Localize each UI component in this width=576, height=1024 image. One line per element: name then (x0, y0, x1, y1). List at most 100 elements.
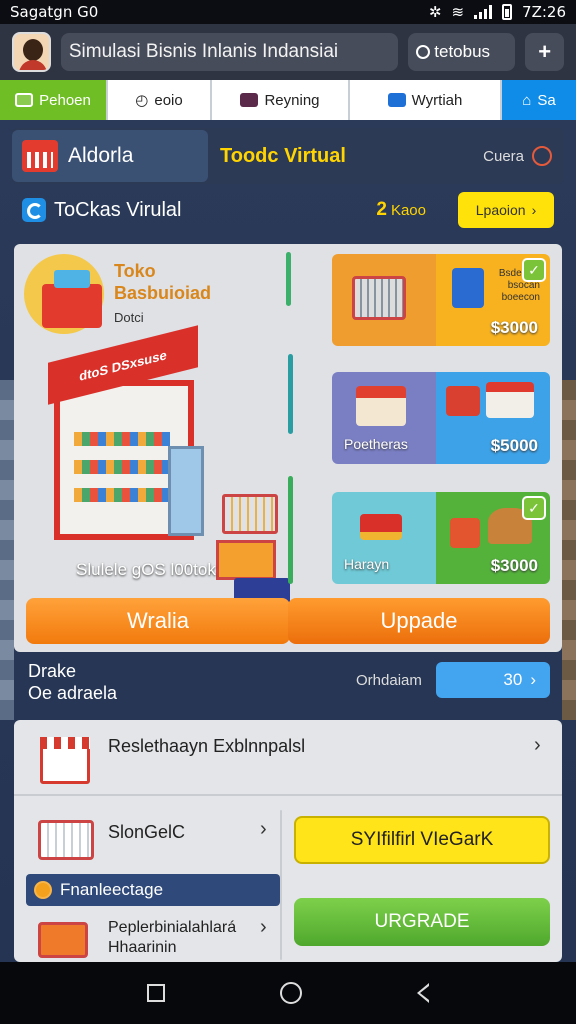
store-tab-cuera[interactable]: Cuera (483, 146, 552, 166)
store-front (54, 380, 204, 540)
background-shelf (0, 380, 14, 720)
upgrade-green-button[interactable]: URGRADE (294, 898, 550, 946)
list-item-label[interactable]: Peplerbinialahlará Hhaarinin (108, 918, 236, 958)
status-bar: Sagatgn G0 ✲ ≋ 7Z:26 (0, 0, 576, 24)
clock: 7Z:26 (522, 3, 566, 21)
shelf (74, 488, 170, 502)
item-price: $5000 (490, 436, 538, 455)
store-name: Toko Basbuioiad (114, 261, 212, 303)
chevron-right-icon[interactable]: › (260, 818, 267, 841)
section-title: ToCkas Virulal (54, 198, 182, 221)
home-icon[interactable] (279, 982, 302, 1004)
item-name: Poetheras (344, 436, 408, 452)
orders-subtitle: Oe adraela (28, 683, 118, 703)
wralia-button[interactable]: Wralia (26, 598, 290, 644)
chevron-right-icon[interactable]: › (260, 916, 267, 939)
tab-sa[interactable]: ⌂ Sa (502, 80, 576, 120)
status-button[interactable]: tetobus (408, 33, 516, 71)
orders-heading: Drake Oe adraela (28, 660, 117, 704)
special-button[interactable]: SYIfilfirl VIeGarK (294, 816, 550, 864)
store-tab-virtual[interactable]: Toodc Virtual (220, 145, 346, 168)
tab-eoio[interactable]: ◴ eoio (108, 80, 212, 120)
basket-icon (42, 270, 102, 328)
check-icon: ✓ (522, 496, 546, 520)
app-header: Simulasi Bisnis Inlanis Indansiai tetobu… (0, 24, 576, 80)
shop-item-3[interactable]: Harayn $3000 ✓ (332, 492, 550, 584)
vending-icon (450, 518, 480, 548)
store-caption: Slulele gOS l00tok (76, 560, 216, 579)
ring-icon (532, 146, 552, 166)
tab-label: Sa (537, 91, 556, 109)
tab-reyning[interactable]: Reyning (212, 80, 350, 120)
divider (288, 354, 293, 434)
folder-icon (15, 93, 34, 107)
list-item-label: Reslethaayn Exblnnpalsl (108, 736, 306, 756)
status-circle-icon (416, 45, 431, 59)
tab-label: Reyning (264, 91, 320, 109)
tab-bar: Pehoen ◴ eoio Reyning Wyrtiah ⌂ Sa (0, 80, 576, 120)
app-title: Simulasi Bisnis Inlanis Indansiai (60, 33, 399, 71)
store-selector: Aldorla Toodc Virtual Cuera (12, 128, 564, 184)
orders-title: Drake (28, 661, 77, 681)
category-strip[interactable]: Fnanleectage (26, 874, 280, 906)
cart-icon (216, 540, 276, 580)
list-item-line: Hhaarinin (108, 939, 177, 956)
system-nav-bar (0, 962, 576, 1024)
machine-icon (446, 386, 480, 416)
main-panel: Aldorla Toodc Virtual Cuera ToCkas Virul… (0, 120, 576, 962)
tab-label: Wyrtiah (411, 91, 463, 109)
store-tab-label: Cuera (483, 147, 524, 165)
shop-icon (22, 140, 58, 172)
shelf (74, 432, 170, 446)
item-left: Harayn (332, 492, 436, 584)
wifi-icon: ≋ (451, 3, 465, 21)
category-label: Fnanleectage (60, 880, 164, 899)
divider (286, 252, 291, 306)
orders-count: 30 (503, 670, 523, 689)
add-button[interactable]: + (525, 33, 564, 71)
home-icon: ⌂ (522, 91, 532, 109)
item-name: Harayn (344, 556, 390, 572)
tab-label: Pehoen (39, 91, 91, 109)
store-count: 2 Kaoo (376, 199, 426, 221)
divider (288, 476, 293, 584)
count-label: Kaoo (390, 202, 426, 219)
store-tab-aldorla[interactable]: Aldorla (12, 130, 208, 182)
divider (280, 810, 282, 960)
carrier-text: Sagatgn G0 (10, 3, 99, 21)
vibrate-icon: ✲ (428, 3, 442, 21)
store-card: Toko Basbuioiad Dotci dtoS DSxsuse Slule… (14, 244, 562, 652)
cart-icon (38, 820, 94, 860)
shelf (74, 460, 170, 474)
recents-icon[interactable] (147, 984, 166, 1002)
tab-wyrtiah[interactable]: Wyrtiah (350, 80, 502, 120)
upgrade-button[interactable]: Uppade (288, 598, 550, 644)
back-icon[interactable] (416, 983, 429, 1003)
virtual-store-header: ToCkas Virulal 2 Kaoo Lpaoion › (22, 192, 554, 228)
tab-label: eoio (154, 91, 183, 109)
clock-icon: ◴ (135, 92, 149, 109)
store-illustration: dtoS DSxsuse (44, 325, 290, 618)
item-left: Poetheras (332, 372, 436, 464)
orders-label: Orhdaiam (356, 672, 422, 689)
orders-count-button[interactable]: 30 › (436, 662, 550, 698)
battery-icon (502, 4, 513, 20)
shop-icon (40, 737, 90, 784)
status-label: tetobus (434, 42, 491, 61)
signal-icon (474, 5, 493, 19)
virtual-icon (22, 198, 46, 222)
check-icon: ✓ (522, 258, 546, 282)
shop-item-2[interactable]: Poetheras $5000 (332, 372, 550, 464)
option-button[interactable]: Lpaoion › (458, 192, 554, 228)
list-item-label[interactable]: SlonGelC (108, 822, 185, 843)
shop-icon (486, 382, 534, 418)
shop-item-1[interactable]: Bsde ecs bsocan boeecon $3000 ✓ (332, 254, 550, 346)
store-tab-label: Aldorla (68, 144, 134, 167)
cart-icon (352, 276, 406, 320)
avatar[interactable] (12, 32, 51, 72)
store-subtitle: Dotci (114, 310, 144, 325)
list-item[interactable]: Reslethaayn Exblnnpalsl › (14, 720, 562, 796)
tab-pehoen[interactable]: Pehoen (0, 80, 108, 120)
coin-icon (34, 881, 52, 899)
item-price: $3000 (490, 556, 538, 575)
